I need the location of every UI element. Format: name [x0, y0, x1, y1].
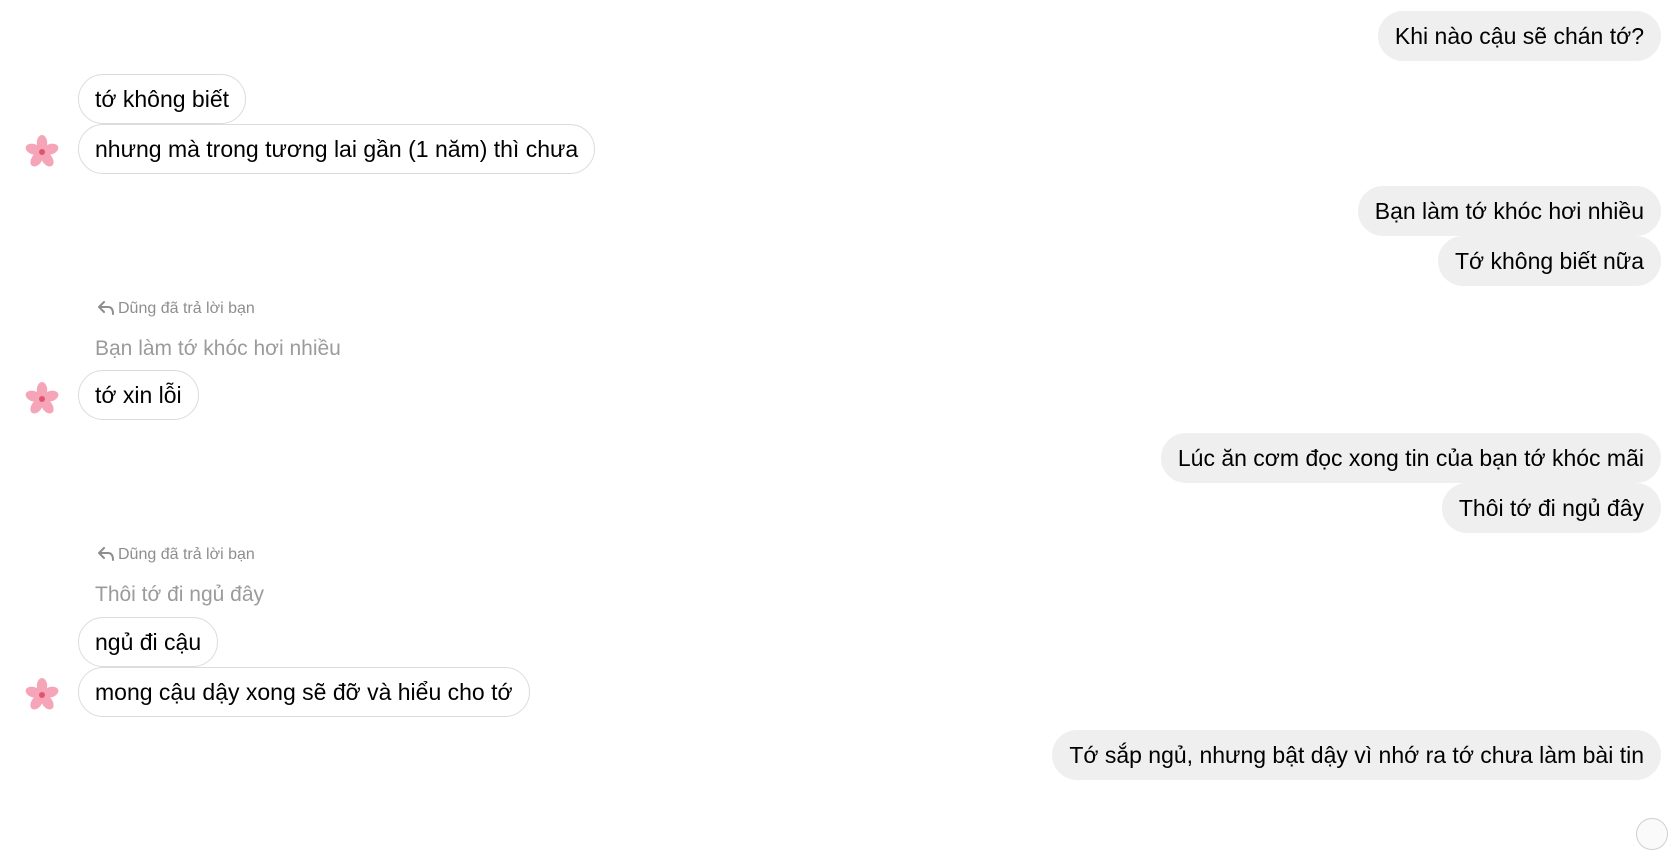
message-bubble-incoming[interactable]: ngủ đi cậu: [78, 617, 219, 667]
message-bubble-outgoing[interactable]: Tớ không biết nữa: [1437, 236, 1661, 286]
seen-avatar: [1636, 818, 1668, 850]
message-bubble-outgoing[interactable]: Thôi tớ đi ngủ đây: [1441, 483, 1661, 533]
quoted-message[interactable]: Thôi tớ đi ngủ đây: [95, 583, 264, 607]
message-bubble-incoming[interactable]: nhưng mà trong tương lai gần (1 năm) thì…: [78, 124, 596, 174]
message-bubble-outgoing[interactable]: Bạn làm tớ khóc hơi nhiều: [1357, 186, 1661, 236]
cherry-blossom-icon[interactable]: [24, 381, 60, 417]
message-bubble-outgoing[interactable]: Khi nào cậu sẽ chán tớ?: [1377, 11, 1661, 61]
message-bubble-incoming[interactable]: tớ xin lỗi: [78, 370, 199, 420]
message-bubble-incoming[interactable]: mong cậu dậy xong sẽ đỡ và hiểu cho tớ: [78, 667, 530, 717]
reply-notice-text: Dũng đã trả lời bạn: [118, 300, 255, 317]
reply-notice-text: Dũng đã trả lời bạn: [118, 546, 255, 563]
chat-thread: Khi nào cậu sẽ chán tớ? tớ không biết nh…: [0, 0, 1668, 850]
reply-notice: Dũng đã trả lời bạn: [98, 546, 255, 564]
cherry-blossom-icon[interactable]: [24, 134, 60, 170]
message-bubble-outgoing[interactable]: Lúc ăn cơm đọc xong tin của bạn tớ khóc …: [1160, 433, 1661, 483]
reply-arrow-icon: [98, 547, 114, 561]
cherry-blossom-icon[interactable]: [24, 677, 60, 713]
quoted-message[interactable]: Bạn làm tớ khóc hơi nhiều: [95, 337, 341, 361]
message-bubble-incoming[interactable]: tớ không biết: [78, 74, 247, 124]
message-bubble-outgoing[interactable]: Tớ sắp ngủ, nhưng bật dậy vì nhớ ra tớ c…: [1052, 730, 1661, 780]
reply-notice: Dũng đã trả lời bạn: [98, 300, 255, 318]
reply-arrow-icon: [98, 301, 114, 315]
